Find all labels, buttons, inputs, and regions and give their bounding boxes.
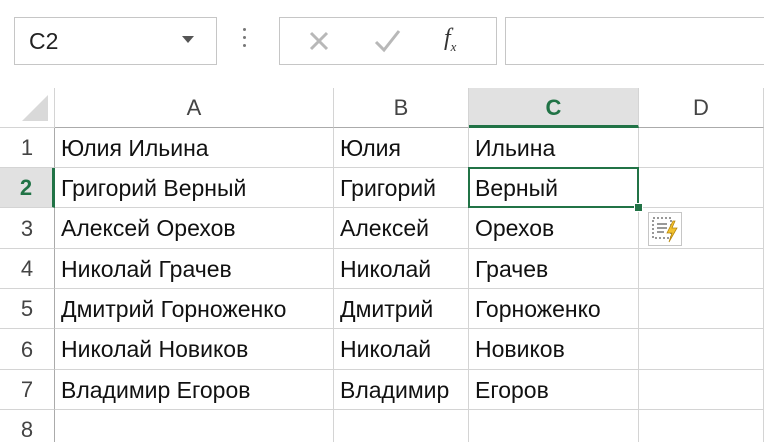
chevron-down-icon[interactable] xyxy=(182,36,194,43)
formula-bar-area: C2 fx xyxy=(0,0,764,82)
select-all-icon xyxy=(22,95,48,121)
cell-a8[interactable] xyxy=(55,410,334,442)
select-all-button[interactable] xyxy=(0,88,55,128)
x-icon[interactable] xyxy=(306,28,332,54)
cell-c3[interactable]: Орехов xyxy=(469,208,639,249)
worksheet-grid: A B C D 1 Юлия Ильина Юлия Ильина 2 Григорий Верн… xyxy=(0,88,764,442)
cell-d4[interactable] xyxy=(639,249,764,289)
row-header-8[interactable]: 8 xyxy=(0,410,55,442)
cell-b4[interactable]: Николай xyxy=(334,249,469,289)
cell-d6[interactable] xyxy=(639,329,764,370)
row-header-1[interactable]: 1 xyxy=(0,128,55,168)
row-header-6[interactable]: 6 xyxy=(0,329,55,370)
vertical-dots-icon[interactable] xyxy=(242,28,248,52)
formula-buttons: fx xyxy=(279,17,497,65)
cell-b3[interactable]: Алексей xyxy=(334,208,469,249)
cell-b5[interactable]: Дмитрий xyxy=(334,289,469,329)
column-header-c[interactable]: C xyxy=(469,88,639,128)
cell-c4[interactable]: Грачев xyxy=(469,249,639,289)
cell-a3[interactable]: Алексей Орехов xyxy=(55,208,334,249)
fx-icon[interactable]: fx xyxy=(444,25,456,55)
column-header-d[interactable]: D xyxy=(639,88,764,128)
cell-c5[interactable]: Горноженко xyxy=(469,289,639,329)
cell-a6[interactable]: Николай Новиков xyxy=(55,329,334,370)
cell-c1[interactable]: Ильина xyxy=(469,128,639,168)
cell-a1[interactable]: Юлия Ильина xyxy=(55,128,334,168)
name-box[interactable]: C2 xyxy=(14,17,217,65)
cell-a7[interactable]: Владимир Егоров xyxy=(55,370,334,410)
cell-b6[interactable]: Николай xyxy=(334,329,469,370)
cell-b8[interactable] xyxy=(334,410,469,442)
cell-a2[interactable]: Григорий Верный xyxy=(55,168,334,208)
name-box-value: C2 xyxy=(29,28,59,54)
flash-fill-icon xyxy=(652,217,678,243)
cell-d8[interactable] xyxy=(639,410,764,442)
cell-d5[interactable] xyxy=(639,289,764,329)
cell-b7[interactable]: Владимир xyxy=(334,370,469,410)
cell-c7[interactable]: Егоров xyxy=(469,370,639,410)
cell-d2[interactable] xyxy=(639,168,764,208)
cell-b2[interactable]: Григорий xyxy=(334,168,469,208)
row-header-5[interactable]: 5 xyxy=(0,289,55,329)
cell-c8[interactable] xyxy=(469,410,639,442)
cell-a4[interactable]: Николай Грачев xyxy=(55,249,334,289)
row-header-7[interactable]: 7 xyxy=(0,370,55,410)
row-header-3[interactable]: 3 xyxy=(0,208,55,249)
formula-input[interactable] xyxy=(505,17,764,65)
cell-a5[interactable]: Дмитрий Горноженко xyxy=(55,289,334,329)
flash-fill-options-button[interactable] xyxy=(648,212,682,246)
checkmark-icon[interactable] xyxy=(372,27,402,55)
cell-d1[interactable] xyxy=(639,128,764,168)
cell-b1[interactable]: Юлия xyxy=(334,128,469,168)
row-header-4[interactable]: 4 xyxy=(0,249,55,289)
column-header-b[interactable]: B xyxy=(334,88,469,128)
cell-c6[interactable]: Новиков xyxy=(469,329,639,370)
cell-d7[interactable] xyxy=(639,370,764,410)
column-header-a[interactable]: A xyxy=(55,88,334,128)
fill-handle[interactable] xyxy=(634,203,643,212)
cell-c2[interactable]: Верный xyxy=(469,168,639,208)
row-header-2[interactable]: 2 xyxy=(0,168,55,208)
